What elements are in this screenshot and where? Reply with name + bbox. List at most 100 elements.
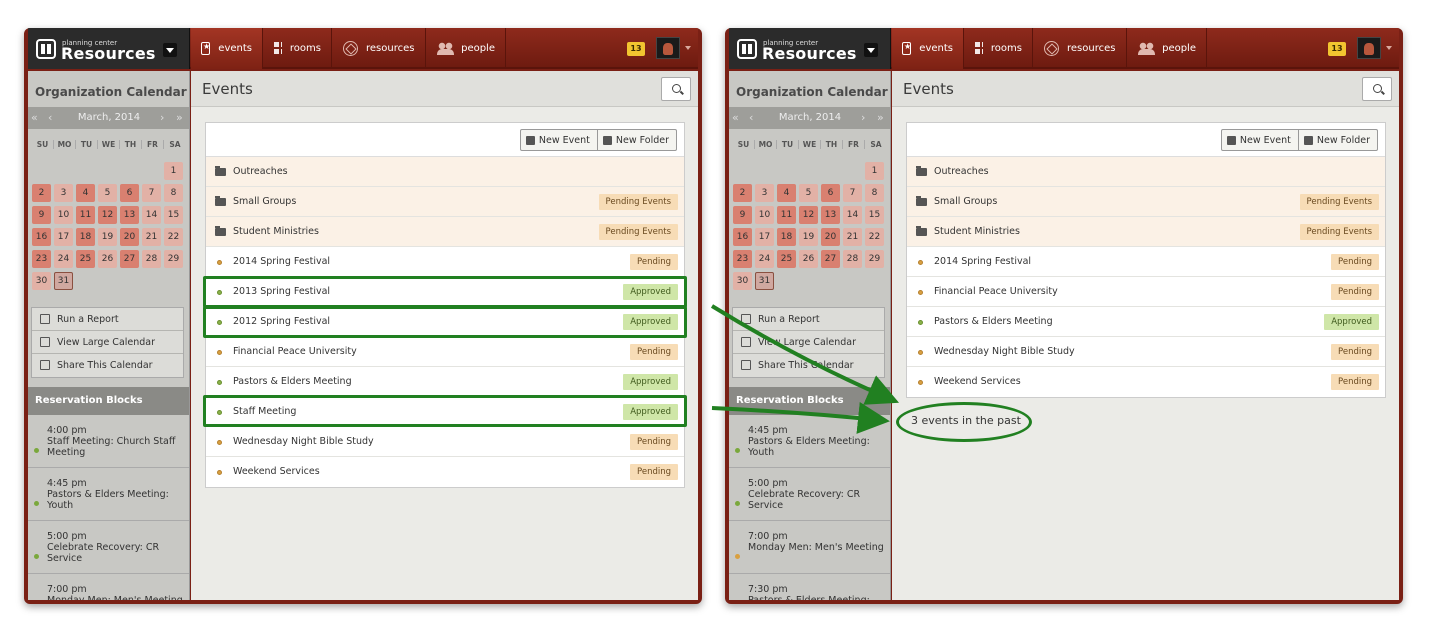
calendar-day[interactable]: 23	[733, 250, 752, 268]
notification-badge[interactable]: 13	[627, 42, 645, 56]
search-button[interactable]	[661, 77, 691, 101]
nav-tab-events[interactable]: events	[892, 28, 964, 69]
view-large-calendar-button[interactable]: View Large Calendar	[733, 331, 884, 354]
event-row[interactable]: 2014 Spring Festival Pending	[907, 247, 1385, 277]
calendar-day[interactable]: 20	[821, 228, 840, 246]
folder-row[interactable]: Small Groups Pending Events	[206, 187, 684, 217]
calendar-day[interactable]: 2	[32, 184, 51, 202]
run-report-button[interactable]: Run a Report	[733, 308, 884, 331]
event-row[interactable]: Weekend Services Pending	[206, 457, 684, 487]
user-menu-caret-icon[interactable]	[1386, 46, 1392, 50]
calendar-day[interactable]: 3	[755, 184, 774, 202]
prev-year-icon[interactable]: «	[31, 107, 38, 129]
reservation-block-item[interactable]: 5:00 pm Celebrate Recovery: CR Service	[729, 468, 890, 521]
calendar-day[interactable]: 28	[142, 250, 161, 268]
calendar-day[interactable]: 11	[777, 206, 796, 224]
event-row[interactable]: Wednesday Night Bible Study Pending	[206, 427, 684, 457]
reservation-block-item[interactable]: 5:00 pm Celebrate Recovery: CR Service	[28, 521, 189, 574]
view-large-calendar-button[interactable]: View Large Calendar	[32, 331, 183, 354]
calendar-day[interactable]: 30	[32, 272, 51, 290]
reservation-block-item[interactable]: 4:45 pm Pastors & Elders Meeting: Youth	[28, 468, 189, 521]
nav-tab-rooms[interactable]: rooms	[264, 28, 332, 69]
calendar-day[interactable]: 25	[777, 250, 796, 268]
user-menu-caret-icon[interactable]	[685, 46, 691, 50]
event-row[interactable]: Financial Peace University Pending	[206, 337, 684, 367]
calendar-day[interactable]: 19	[98, 228, 117, 246]
calendar-day[interactable]: 29	[164, 250, 183, 268]
nav-tab-people[interactable]: people	[1128, 28, 1207, 69]
calendar-day[interactable]: 26	[98, 250, 117, 268]
calendar-day[interactable]: 4	[76, 184, 95, 202]
notification-badge[interactable]: 13	[1328, 42, 1346, 56]
calendar-day[interactable]: 12	[98, 206, 117, 224]
share-calendar-button[interactable]: Share This Calendar	[733, 354, 884, 377]
calendar-day[interactable]: 13	[821, 206, 840, 224]
calendar-day[interactable]: 11	[76, 206, 95, 224]
calendar-day[interactable]: 18	[76, 228, 95, 246]
calendar-day[interactable]: 28	[843, 250, 862, 268]
prev-month-icon[interactable]: ‹	[749, 107, 753, 129]
calendar-day[interactable]: 15	[865, 206, 884, 224]
calendar-day[interactable]: 9	[32, 206, 51, 224]
user-avatar[interactable]	[1357, 37, 1381, 59]
prev-month-icon[interactable]: ‹	[48, 107, 52, 129]
calendar-day[interactable]: 5	[98, 184, 117, 202]
prev-year-icon[interactable]: «	[732, 107, 739, 129]
reservation-block-item[interactable]: 4:00 pm Staff Meeting: Church Staff Meeti…	[28, 415, 189, 468]
calendar-day[interactable]: 25	[76, 250, 95, 268]
app-switcher-caret-icon[interactable]	[864, 43, 878, 57]
calendar-day[interactable]: 29	[865, 250, 884, 268]
calendar-day[interactable]: 26	[799, 250, 818, 268]
share-calendar-button[interactable]: Share This Calendar	[32, 354, 183, 377]
folder-row[interactable]: Student Ministries Pending Events	[206, 217, 684, 247]
calendar-day[interactable]: 31	[54, 272, 73, 290]
folder-row[interactable]: Student Ministries Pending Events	[907, 217, 1385, 247]
calendar-day[interactable]: 16	[733, 228, 752, 246]
calendar-day[interactable]: 24	[54, 250, 73, 268]
calendar-day[interactable]: 14	[142, 206, 161, 224]
calendar-day[interactable]: 6	[821, 184, 840, 202]
reservation-block-item[interactable]: 7:30 pmPastors & Elders Meeting:	[729, 574, 890, 600]
nav-tab-people[interactable]: people	[427, 28, 506, 69]
calendar-day[interactable]: 7	[843, 184, 862, 202]
calendar-day[interactable]: 18	[777, 228, 796, 246]
calendar-day[interactable]: 12	[799, 206, 818, 224]
calendar-day[interactable]: 7	[142, 184, 161, 202]
calendar-day[interactable]: 15	[164, 206, 183, 224]
calendar-day[interactable]: 31	[755, 272, 774, 290]
reservation-block-item[interactable]: 7:00 pmMonday Men: Men's Meeting	[28, 574, 189, 600]
app-logo[interactable]: planning center Resources	[729, 28, 891, 69]
folder-row[interactable]: Small Groups Pending Events	[907, 187, 1385, 217]
calendar-day[interactable]: 24	[755, 250, 774, 268]
event-row[interactable]: Pastors & Elders Meeting Approved	[907, 307, 1385, 337]
calendar-day[interactable]: 21	[142, 228, 161, 246]
nav-tab-resources[interactable]: resources	[333, 28, 426, 69]
new-folder-button[interactable]: New Folder	[596, 130, 676, 150]
calendar-day[interactable]: 13	[120, 206, 139, 224]
new-folder-button[interactable]: New Folder	[1297, 130, 1377, 150]
past-events-link[interactable]: 3 events in the past	[911, 414, 1021, 427]
event-row[interactable]: Financial Peace University Pending	[907, 277, 1385, 307]
calendar-day[interactable]: 8	[865, 184, 884, 202]
app-logo[interactable]: planning center Resources	[28, 28, 190, 69]
calendar-day[interactable]: 20	[120, 228, 139, 246]
new-event-button[interactable]: New Event	[521, 130, 597, 150]
calendar-day[interactable]: 10	[755, 206, 774, 224]
calendar-day[interactable]: 1	[164, 162, 183, 180]
calendar-day[interactable]: 17	[54, 228, 73, 246]
event-row[interactable]: Wednesday Night Bible Study Pending	[907, 337, 1385, 367]
calendar-day[interactable]: 5	[799, 184, 818, 202]
calendar-day[interactable]: 21	[843, 228, 862, 246]
new-event-button[interactable]: New Event	[1222, 130, 1298, 150]
calendar-day[interactable]: 22	[164, 228, 183, 246]
calendar-day[interactable]: 30	[733, 272, 752, 290]
calendar-day[interactable]: 27	[120, 250, 139, 268]
reservation-block-item[interactable]: 7:00 pmMonday Men: Men's Meeting	[729, 521, 890, 574]
event-row[interactable]: 2014 Spring Festival Pending	[206, 247, 684, 277]
user-avatar[interactable]	[656, 37, 680, 59]
app-switcher-caret-icon[interactable]	[163, 43, 177, 57]
event-row[interactable]: Weekend Services Pending	[907, 367, 1385, 397]
next-month-icon[interactable]: ›	[861, 107, 865, 129]
folder-row[interactable]: Outreaches	[206, 157, 684, 187]
calendar-day[interactable]: 6	[120, 184, 139, 202]
